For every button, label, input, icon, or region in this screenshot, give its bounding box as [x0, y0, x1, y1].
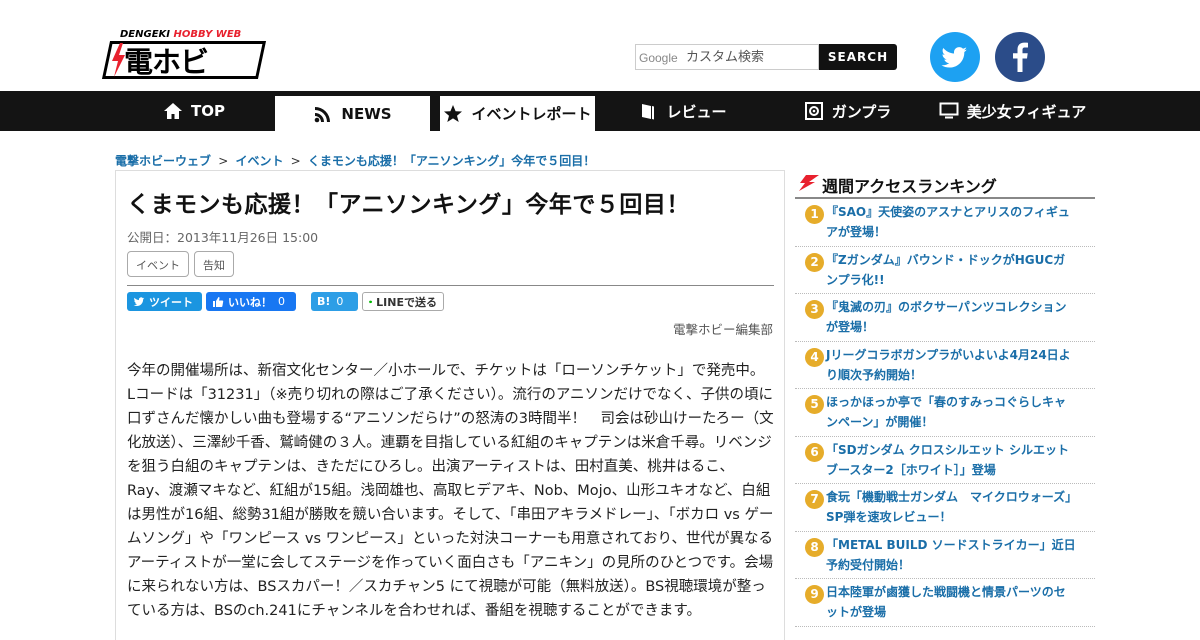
- publish-date: 公開日：2013年11月26日 15:00: [127, 230, 319, 245]
- thumbs-up-icon: [213, 296, 224, 307]
- tag-notice[interactable]: 告知: [194, 251, 234, 277]
- rank-badge: 6: [805, 442, 824, 462]
- gear-icon: [804, 102, 823, 120]
- breadcrumb-current[interactable]: くまモンも応援！「アニソンキング」今年で５回目！: [308, 154, 595, 168]
- lightning-icon: [799, 175, 819, 191]
- share-buttons: ツイート いいね！ 0 B! 0 LINEで送る: [127, 292, 448, 312]
- ranking-item-link[interactable]: 「METAL BUILD ソードストライカー」近日予約受付開始！: [826, 535, 1076, 575]
- ranking-item[interactable]: 2 『Zガンダム』バウンド・ドックがHGUCガンプラ化!!: [795, 247, 1095, 294]
- rank-badge: 5: [805, 395, 824, 414]
- ranking-item-link[interactable]: ほっかほっか亭で「春のすみっコぐらしキャンペーン」が開催！: [826, 392, 1076, 432]
- ranking-item-link[interactable]: Jリーグコラボガンプラがいよいよ4月24日より順次予約開始！: [826, 345, 1076, 385]
- ranking-item-link[interactable]: 日本陸軍が鹵獲した戦闘機と情景パーツのセットが登場: [826, 582, 1076, 622]
- ranking-item[interactable]: 1 『SAO』天使姿のアスナとアリスのフィギュアが登場！: [795, 199, 1095, 247]
- ranking-list: 1 『SAO』天使姿のアスナとアリスのフィギュアが登場！ 2 『Zガンダム』バウンド…: [795, 199, 1095, 627]
- ranking-item[interactable]: 8 「METAL BUILD ソードストライカー」近日予約受付開始！: [795, 532, 1095, 579]
- ranking-item-link[interactable]: 「SDガンダム クロスシルエット シルエットブースター2［ホワイト］」登場: [826, 440, 1076, 480]
- nav-item-event-report[interactable]: イベントレポート: [440, 96, 595, 131]
- ranking-item[interactable]: 9 日本陸軍が鹵獲した戦闘機と情景パーツのセットが登場: [795, 579, 1095, 627]
- monitor-icon: [939, 102, 959, 119]
- breadcrumb-separator: >: [290, 154, 301, 168]
- author-name: 電撃ホビー編集部: [672, 322, 773, 337]
- search-button[interactable]: SEARCH: [819, 44, 897, 70]
- nav-item-review[interactable]: レビュー: [600, 91, 765, 131]
- facebook-f-icon: [1013, 42, 1028, 72]
- rank-badge: 2: [805, 252, 824, 272]
- ranking-item[interactable]: 7 食玩「機動戦士ガンダム マイクロウォーズ」SP弾を速攻レビュー！: [795, 484, 1095, 532]
- twitter-bird-icon: [941, 47, 967, 68]
- tag-event[interactable]: イベント: [127, 251, 189, 277]
- ranking-title: 週間アクセスランキング: [822, 177, 997, 196]
- rank-badge: 8: [805, 537, 824, 557]
- article-body: 今年の開催場所は、新宿文化センター／小ホールで、チケットは「ローソンチケット」で…: [127, 363, 774, 619]
- ranking-item[interactable]: 4 Jリーグコラボガンプラがいよいよ4月24日より順次予約開始！: [795, 342, 1095, 389]
- ranking-item[interactable]: 5 ほっかほっか亭で「春のすみっコぐらしキャンペーン」が開催！: [795, 389, 1095, 437]
- article: くまモンも応援！「アニソンキング」今年で５回目！ 公開日：2013年11月26日…: [115, 170, 785, 640]
- star-icon: [444, 104, 463, 122]
- site-header: DENGEKI HOBBY WEB 電ホビ Google SEARCH: [0, 0, 1200, 91]
- book-icon: [642, 104, 655, 120]
- ranking-item[interactable]: 3 『鬼滅の刃』のボクサーパンツコレクションが登場！: [795, 294, 1095, 342]
- hatena-bookmark-button[interactable]: B! 0: [311, 292, 358, 311]
- hatena-count: 0: [336, 295, 344, 308]
- nav-item-bishoujo-figure[interactable]: 美少女フィギュア: [930, 91, 1095, 131]
- breadcrumb: 電撃ホビーウェブ > イベント > くまモンも応援！「アニソンキング」今年で５回…: [115, 152, 595, 169]
- facebook-link[interactable]: [995, 32, 1045, 82]
- search-box[interactable]: Google: [635, 44, 819, 70]
- search-input[interactable]: [686, 48, 816, 66]
- line-icon: [369, 300, 373, 303]
- ranking-item-link[interactable]: 『SAO』天使姿のアスナとアリスのフィギュアが登場！: [826, 202, 1076, 242]
- site-logo[interactable]: DENGEKI HOBBY WEB 電ホビ: [101, 29, 267, 79]
- home-icon: [164, 103, 182, 119]
- nav-item-gunpla[interactable]: ガンプラ: [770, 91, 925, 131]
- breadcrumb-event[interactable]: イベント: [235, 154, 283, 168]
- rank-badge: 3: [805, 300, 824, 319]
- ranking-header: 週間アクセスランキング: [795, 170, 1095, 199]
- rss-icon: [315, 106, 331, 122]
- nav-item-news[interactable]: NEWS: [275, 96, 430, 131]
- article-title: くまモンも応援！「アニソンキング」今年で５回目！: [127, 192, 690, 218]
- rank-badge: 4: [805, 347, 824, 367]
- line-share-button[interactable]: LINEで送る: [362, 292, 444, 311]
- global-nav: TOP NEWS イベントレポート レビュー ガンプラ 美少女フィギュア: [0, 91, 1200, 131]
- ranking-item-link[interactable]: 『鬼滅の刃』のボクサーパンツコレクションが登場！: [826, 297, 1076, 337]
- rank-badge: 1: [805, 205, 824, 224]
- tweet-button[interactable]: ツイート: [127, 292, 202, 311]
- ranking-item-link[interactable]: 食玩「機動戦士ガンダム マイクロウォーズ」SP弾を速攻レビュー！: [826, 487, 1076, 527]
- facebook-like-button[interactable]: いいね！ 0: [206, 292, 296, 311]
- tag-list: イベント 告知: [127, 251, 239, 277]
- breadcrumb-home[interactable]: 電撃ホビーウェブ: [115, 154, 211, 168]
- rank-badge: 9: [805, 585, 824, 604]
- weekly-ranking: 週間アクセスランキング 1 『SAO』天使姿のアスナとアリスのフィギュアが登場！ …: [795, 170, 1095, 630]
- like-count: 0: [278, 295, 285, 308]
- google-logo: Google: [639, 51, 678, 65]
- ranking-item-link[interactable]: 『Zガンダム』バウンド・ドックがHGUCガンプラ化!!: [826, 250, 1076, 290]
- nav-item-top[interactable]: TOP: [115, 91, 273, 131]
- logo-wordmark: 電ホビ: [124, 45, 209, 79]
- twitter-bird-icon: [133, 296, 145, 306]
- rank-badge: 7: [805, 490, 824, 509]
- breadcrumb-separator: >: [218, 154, 229, 168]
- twitter-link[interactable]: [930, 32, 980, 82]
- ranking-item[interactable]: 6 「SDガンダム クロスシルエット シルエットブースター2［ホワイト］」登場: [795, 437, 1095, 484]
- site-search: Google SEARCH: [635, 44, 897, 70]
- divider: [127, 285, 774, 286]
